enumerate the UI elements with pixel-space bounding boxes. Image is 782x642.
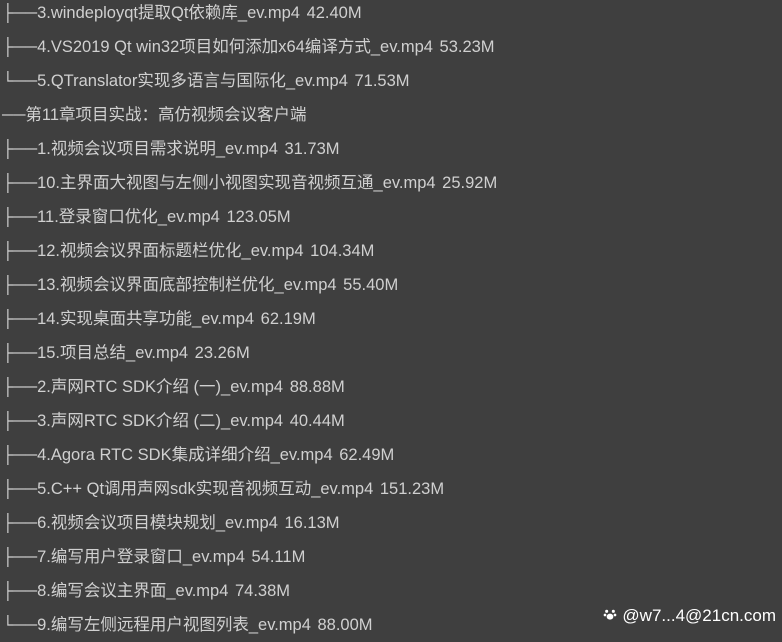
tree-row: ├──4.VS2019 Qt win32项目如何添加x64编译方式_ev.mp4… [2,30,782,64]
tree-row: ├──4.Agora RTC SDK集成详细介绍_ev.mp4 62.49M [2,438,782,472]
file-name: 14.实现桌面共享功能_ev.mp4 [37,310,254,328]
file-name: 10.主界面大视图与左侧小视图实现音视频互通_ev.mp4 [37,174,436,192]
paw-icon [602,606,618,626]
file-name: 8.编写会议主界面_ev.mp4 [37,582,228,600]
tree-row: ├──8.编写会议主界面_ev.mp4 74.38M [2,574,782,608]
file-size: 23.26M [195,344,250,362]
tree-row: ├──10.主界面大视图与左侧小视图实现音视频互通_ev.mp4 25.92M [2,166,782,200]
watermark: @w7...4@21cn.com [602,606,776,626]
tree-prefix: ├── [2,140,37,158]
file-name: 5.QTranslator实现多语言与国际化_ev.mp4 [37,72,348,90]
tree-prefix: ├── [2,548,37,566]
file-size: 55.40M [343,276,398,294]
file-size: 71.53M [355,72,410,90]
file-name: 9.编写左侧远程用户视图列表_ev.mp4 [37,616,311,634]
tree-prefix: ├── [2,208,37,226]
tree-prefix: └── [2,72,37,90]
file-name: 3.声网RTC SDK介绍 (二)_ev.mp4 [37,412,283,430]
tree-prefix: ├── [2,174,37,192]
file-name: 1.视频会议项目需求说明_ev.mp4 [37,140,278,158]
file-name: 12.视频会议界面标题栏优化_ev.mp4 [37,242,304,260]
tree-prefix: ├── [2,276,37,294]
tree-prefix: ├── [2,310,37,328]
file-size: 54.11M [252,548,306,566]
tree-prefix: ├── [2,242,37,260]
tree-row: ├──6.视频会议项目模块规划_ev.mp4 16.13M [2,506,782,540]
file-tree: ├──3.windeployqt提取Qt依赖库_ev.mp4 42.40M├──… [2,0,782,642]
file-size: 88.00M [318,616,373,634]
tree-row: ├──3.windeployqt提取Qt依赖库_ev.mp4 42.40M [2,0,782,30]
tree-row: ├──5.C++ Qt调用声网sdk实现音视频互动_ev.mp4 151.23M [2,472,782,506]
file-size: 74.38M [235,582,290,600]
tree-prefix: ├── [2,412,37,430]
tree-prefix: ├── [2,514,37,532]
tree-row: ├──12.视频会议界面标题栏优化_ev.mp4 104.34M [2,234,782,268]
chapter-title: 第11章项目实战：高仿视频会议客户端 [25,106,306,124]
tree-prefix: ├── [2,38,37,56]
tree-row: ├──15.项目总结_ev.mp4 23.26M [2,336,782,370]
tree-prefix: ├── [2,378,37,396]
tree-prefix: ├── [2,446,37,464]
tree-row: ├──13.视频会议界面底部控制栏优化_ev.mp4 55.40M [2,268,782,302]
tree-prefix: ├── [2,4,37,22]
tree-row: ├──3.声网RTC SDK介绍 (二)_ev.mp4 40.44M [2,404,782,438]
tree-row: ├──14.实现桌面共享功能_ev.mp4 62.19M [2,302,782,336]
file-size: 123.05M [226,208,290,226]
file-name: 11.登录窗口优化_ev.mp4 [37,208,220,226]
tree-row: └──5.QTranslator实现多语言与国际化_ev.mp4 71.53M [2,64,782,98]
file-name: 3.windeployqt提取Qt依赖库_ev.mp4 [37,4,300,22]
file-name: 4.VS2019 Qt win32项目如何添加x64编译方式_ev.mp4 [37,38,433,56]
watermark-text: @w7...4@21cn.com [622,606,776,626]
tree-row: ├──1.视频会议项目需求说明_ev.mp4 31.73M [2,132,782,166]
file-size: 151.23M [380,480,444,498]
file-size: 31.73M [285,140,340,158]
file-size: 62.19M [261,310,316,328]
tree-row: ├──7.编写用户登录窗口_ev.mp4 54.11M [2,540,782,574]
file-name: 6.视频会议项目模块规划_ev.mp4 [37,514,278,532]
file-name: 4.Agora RTC SDK集成详细介绍_ev.mp4 [37,446,333,464]
file-size: 40.44M [290,412,345,430]
tree-prefix: ├── [2,582,37,600]
tree-row: ├──11.登录窗口优化_ev.mp4 123.05M [2,200,782,234]
file-name: 2.声网RTC SDK介绍 (一)_ev.mp4 [37,378,283,396]
file-size: 42.40M [307,4,362,22]
file-name: 13.视频会议界面底部控制栏优化_ev.mp4 [37,276,337,294]
tree-prefix: ── [2,106,25,124]
tree-chapter: ──第11章项目实战：高仿视频会议客户端 [2,98,782,132]
file-size: 53.23M [440,38,495,56]
file-size: 104.34M [310,242,374,260]
file-name: 7.编写用户登录窗口_ev.mp4 [37,548,245,566]
tree-prefix: ├── [2,344,37,362]
file-size: 16.13M [285,514,340,532]
tree-prefix: ├── [2,480,37,498]
file-size: 25.92M [442,174,497,192]
tree-row: ├──2.声网RTC SDK介绍 (一)_ev.mp4 88.88M [2,370,782,404]
tree-prefix: └── [2,616,37,634]
file-name: 15.项目总结_ev.mp4 [37,344,188,362]
file-size: 62.49M [339,446,394,464]
file-size: 88.88M [290,378,345,396]
file-name: 5.C++ Qt调用声网sdk实现音视频互动_ev.mp4 [37,480,373,498]
